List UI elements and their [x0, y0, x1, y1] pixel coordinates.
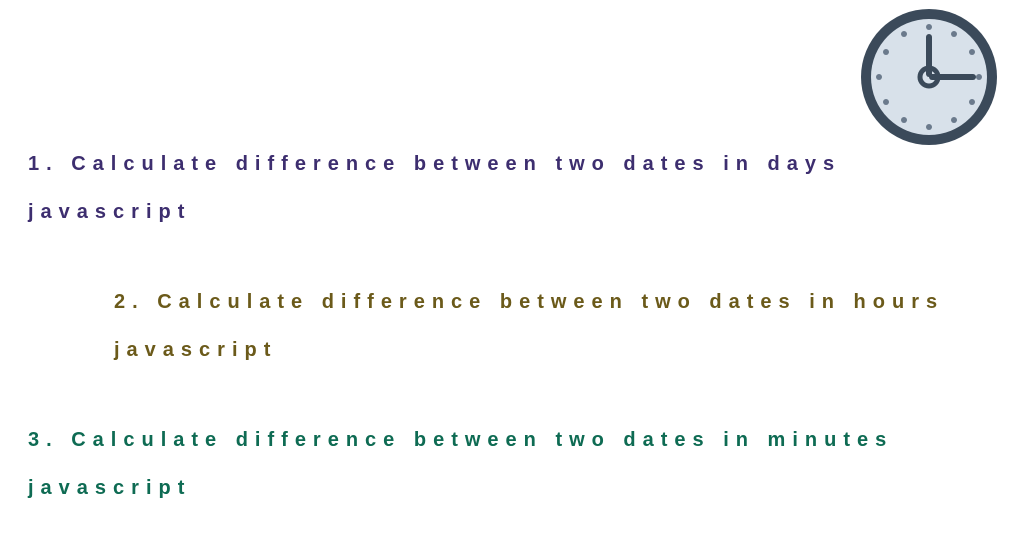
- list-item-days: 1. Calculate difference between two date…: [28, 140, 996, 236]
- list-item-hours: 2. Calculate difference between two date…: [28, 278, 996, 374]
- topics-list: 1. Calculate difference between two date…: [28, 140, 996, 554]
- clock-icon: [854, 2, 1004, 157]
- list-item-minutes: 3. Calculate difference between two date…: [28, 416, 996, 512]
